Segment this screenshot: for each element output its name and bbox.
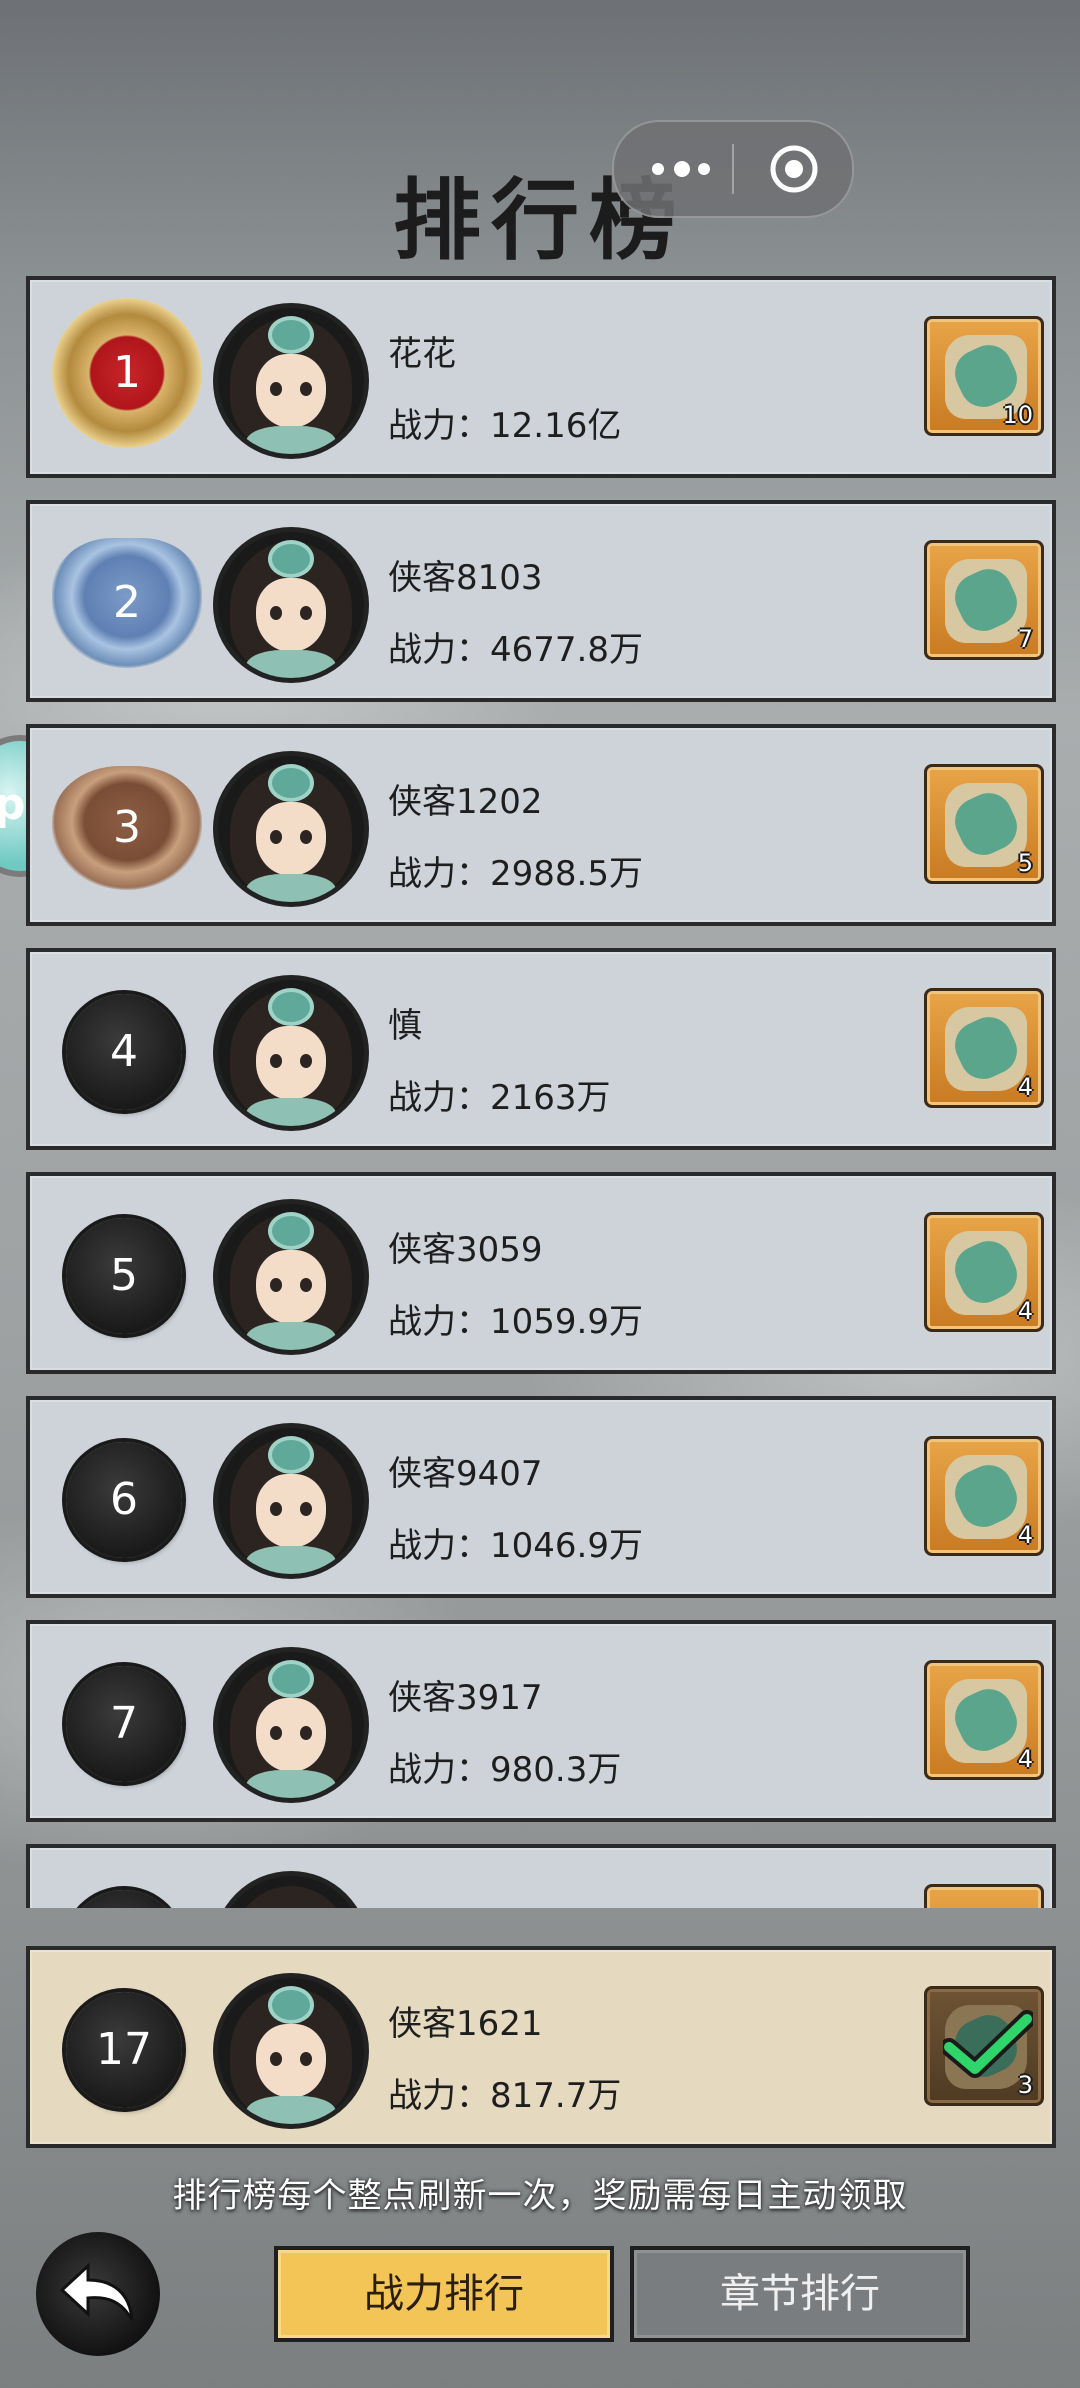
rank-badge: 6 [66,1442,182,1558]
reward-count: 5 [1017,849,1033,877]
reward-count: 3 [1017,2071,1033,2099]
player-name: 侠客3917 [388,1678,543,1718]
avatar[interactable] [218,532,364,678]
reward-chest-button[interactable]: 7 [924,540,1044,660]
rank-row: 7 侠客3917 战力：980.3万 4 [26,1620,1056,1822]
side-float-label: p [0,779,26,830]
reward-chest-button[interactable]: 4 [924,1660,1044,1780]
avatar[interactable] [218,1876,364,1908]
avatar[interactable] [218,1652,364,1798]
rank-row: 2 侠客8103 战力：4677.8万 7 [26,500,1056,702]
rank-row: 4 慎战力：2163万 4 [26,948,1056,1150]
tab-power-ranking[interactable]: 战力排行 [274,2246,614,2342]
player-power: 战力：2163万 [388,1078,611,1118]
rank-badge: 1 [52,298,202,448]
rank-badge: 4 [66,994,182,1110]
reward-chest-button[interactable]: 4 [924,1436,1044,1556]
player-power: 战力：1046.9万 [388,1526,643,1566]
reward-count: 4 [1017,1073,1033,1101]
rank-row: 6 侠客9407 战力：1046.9万 4 [26,1396,1056,1598]
reward-chest-button[interactable]: 4 [924,988,1044,1108]
rank-row: 1 花花战力：12.16亿 10 [26,276,1056,478]
rank-row: 3 侠客1202 战力：2988.5万 5 [26,724,1056,926]
reward-count: 10 [1002,401,1033,429]
player-power: 战力：4677.8万 [388,630,643,670]
avatar[interactable] [218,308,364,454]
back-button[interactable] [36,2232,160,2356]
mini-program-capsule [612,120,854,218]
reward-count: 4 [1017,1297,1033,1325]
capsule-divider [732,144,734,194]
rank-badge: 5 [66,1218,182,1334]
page-title: 排行榜 [392,168,687,272]
avatar[interactable] [218,1428,364,1574]
rank-badge [66,1890,182,1908]
rank-badge: 3 [52,766,202,890]
refresh-notice: 排行榜每个整点刷新一次，奖励需每日主动领取 [172,2176,908,2216]
player-power: 战力：1059.9万 [388,1302,643,1342]
player-name: 慎 [388,1006,422,1046]
rank-row: 5 侠客3059 战力：1059.9万 4 [26,1172,1056,1374]
reward-count: 4 [1017,1745,1033,1773]
avatar[interactable] [218,1204,364,1350]
player-power: 战力：817.7万 [388,2076,622,2116]
rank-row-partial [26,1844,1056,1908]
ranking-list[interactable]: 1 花花战力：12.16亿 10 2 侠客8103 战力：4677.8万 7 3 侠客1202 战… [26,276,1060,1908]
player-power: 战力：12.16亿 [388,406,622,446]
reward-chest-button[interactable]: 3 [924,1986,1044,2106]
more-dots-icon[interactable] [652,161,712,177]
tab-chapter-ranking[interactable]: 章节排行 [630,2246,970,2342]
avatar[interactable] [218,1978,364,2124]
rank-badge: 17 [66,1992,182,2108]
back-arrow-icon [59,2262,134,2321]
avatar[interactable] [218,980,364,1126]
player-name: 侠客3059 [388,1230,543,1270]
player-name: 花花 [388,334,456,374]
reward-count: 4 [1017,1521,1033,1549]
rank-badge: 7 [66,1666,182,1782]
reward-chest-button[interactable]: 5 [924,764,1044,884]
reward-chest-button[interactable] [924,1884,1044,1908]
player-name: 侠客1202 [388,782,543,822]
player-name: 侠客9407 [388,1454,543,1494]
rank-badge: 2 [52,538,202,668]
reward-chest-button[interactable]: 10 [924,316,1044,436]
check-icon [943,2010,1033,2078]
player-power: 战力：980.3万 [388,1750,622,1790]
player-name: 侠客1621 [388,2004,543,2044]
player-power: 战力：2988.5万 [388,854,643,894]
my-rank-row: 17 侠客1621 战力：817.7万 3 [26,1946,1056,2148]
avatar[interactable] [218,756,364,902]
player-name: 侠客8103 [388,558,543,598]
reward-count: 7 [1017,625,1033,653]
target-circle-icon[interactable] [768,143,820,195]
reward-chest-button[interactable]: 4 [924,1212,1044,1332]
